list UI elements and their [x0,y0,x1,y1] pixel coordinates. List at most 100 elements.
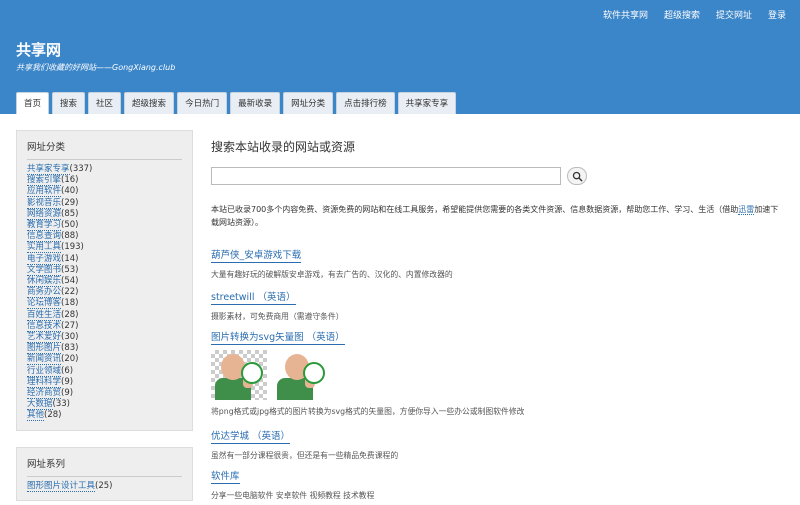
tab-home[interactable]: 首页 [16,92,50,114]
category-link[interactable]: 商务办公 [27,287,62,299]
category-count: (30) [61,332,79,343]
category-link[interactable]: 经济商贸 [27,388,62,400]
categories-title: 网址分类 [27,139,182,160]
category-link[interactable]: 网络资源 [27,208,62,220]
category-count: (193) [61,242,84,253]
list-item: 优达学城 （英语） 虽然有一部分课程很贵，但还是有一些精品免费课程的 [211,428,398,461]
category-link[interactable]: 新闻资讯 [27,354,62,366]
category-link[interactable]: 影视音乐 [27,197,62,209]
entry-title-link[interactable]: 图片转换为svg矢量图 （英语） [211,329,345,345]
category-link[interactable]: 休闲娱乐 [27,276,62,288]
entry-title-link[interactable]: 优达学城 （英语） [211,428,291,444]
category-link[interactable]: 艺术爱好 [27,332,62,344]
series-panel: 网址系列 图形图片设计工具(25) [16,446,193,501]
category-link[interactable]: 行业领域 [27,365,62,377]
entry-title-link[interactable]: streetwill （英语） [211,289,296,305]
top-nav-login[interactable]: 登录 [768,8,786,21]
category-item: 搜索引擎(16) [27,175,182,187]
category-count: (54) [61,276,79,287]
thumbnail-image [211,350,267,400]
category-count: (27) [61,320,79,331]
tab-today-hot[interactable]: 今日热门 [177,92,228,114]
tab-community[interactable]: 社区 [88,92,122,114]
category-item: 实用工具(193) [27,242,182,254]
category-count: (9) [61,388,74,399]
page-title: 搜索本站收录的网站或资源 [211,140,356,154]
intro-text: 本站已收录700多个内容免费、资源免费的网站和在线工具服务，希望能提供您需要的各… [211,203,779,229]
category-link[interactable]: 电子游戏 [27,253,62,265]
category-link[interactable]: 理科科学 [27,376,62,388]
entry-description: 将png格式或jpg格式的图片转换为svg格式的矢量图，方便你导入一些办公或制图… [211,407,525,416]
category-link[interactable]: 百姓生活 [27,309,62,321]
top-nav-submit-url[interactable]: 提交网址 [716,8,752,21]
search-bar [211,167,791,185]
search-button[interactable] [567,167,587,185]
category-item: 论坛博客(18) [27,298,182,310]
tab-ranking[interactable]: 点击排行榜 [336,92,395,114]
category-link[interactable]: 教育学习 [27,220,62,232]
category-link[interactable]: 图形图片 [27,343,62,355]
category-link[interactable]: 论坛博客 [27,298,62,310]
category-link[interactable]: 信息技术 [27,320,62,332]
category-item: 信息查询(88) [27,231,182,243]
category-item: 网络资源(85) [27,208,182,220]
list-item: 葫芦侠_安卓游戏下载 大量有趣好玩的破解版安卓游戏，有去广告的、汉化的、内置修改… [211,247,453,280]
category-item: 共享家专享(337) [27,164,182,175]
top-nav-super-search[interactable]: 超级搜索 [664,8,700,21]
category-count: (53) [61,264,79,275]
category-link[interactable]: 实用工具 [27,242,62,254]
category-item: 休闲娱乐(54) [27,276,182,288]
category-item: 经济商贸(9) [27,388,182,400]
sidebar: 网址分类 共享家专享(337) 搜索引擎(16) 应用软件(40) 影视音乐(29) 网… [16,130,193,505]
category-count: (28) [44,410,62,421]
category-count: (337) [69,164,93,174]
category-count: (28) [61,309,79,320]
search-input[interactable] [211,167,561,185]
tab-sharer-exclusive[interactable]: 共享家专享 [397,92,457,114]
category-item: 行业领域(6) [27,365,182,377]
category-count: (18) [61,298,79,309]
entry-description: 摄影素材，可免费商用（需遵守条件） [211,312,344,321]
tab-search[interactable]: 搜索 [52,92,86,114]
tab-super-search[interactable]: 超级搜索 [124,92,175,114]
category-item: 文学图书(53) [27,264,182,276]
main-content: 搜索本站收录的网站或资源 本站已收录700多个内容免费、资源免费的网站和在线工具… [211,130,791,500]
category-count: (6) [61,365,74,376]
site-title[interactable]: 共享网 [16,39,61,60]
category-count: (9) [61,376,74,387]
entry-title-link[interactable]: 葫芦侠_安卓游戏下载 [211,247,302,263]
category-count: (88) [61,231,79,242]
category-count: (22) [61,287,79,298]
category-count: (40) [61,186,79,197]
tab-latest[interactable]: 最新收录 [230,92,281,114]
category-item: 应用软件(40) [27,186,182,198]
category-item: 影视音乐(29) [27,197,182,209]
category-count: (85) [61,208,79,219]
category-link[interactable]: 信息查询 [27,231,62,243]
list-item: 图片转换为svg矢量图 （英语） 将png格式或jpg格式的图片转换为svg格式… [211,329,524,417]
category-link[interactable]: 图形图片设计工具 [27,480,96,492]
category-link[interactable]: 大数据 [27,399,53,411]
entry-thumbnails [211,350,524,400]
category-link[interactable]: 应用软件 [27,186,62,198]
site-header: 软件共享网 超级搜索 提交网址 登录 共享网 共享我们收藏的好网站——GongX… [0,0,800,114]
category-link[interactable]: 共享家专享 [27,164,70,175]
main-tabs: 首页 搜索 社区 超级搜索 今日热门 最新收录 网址分类 点击排行榜 共享家专享 [16,92,457,114]
category-link[interactable]: 搜索引擎 [27,175,62,187]
xunlei-link[interactable]: 迅雷 [738,205,755,215]
site-subtitle: 共享我们收藏的好网站——GongXiang.club [16,63,176,72]
category-item: 电子游戏(14) [27,253,182,265]
category-item: 艺术爱好(30) [27,332,182,344]
category-item: 理科科学(9) [27,376,182,388]
category-item: 新闻资讯(20) [27,354,182,366]
category-count: (83) [61,343,79,354]
category-item: 其他(28) [27,410,182,422]
tab-categories[interactable]: 网址分类 [283,92,334,114]
entry-description: 分享一些电脑软件 安卓软件 视频教程 技术教程 [211,491,375,500]
entry-title-link[interactable]: 软件库 [211,468,240,484]
category-link[interactable]: 文学图书 [27,264,62,276]
category-link[interactable]: 其他 [27,410,45,422]
top-nav-software-share[interactable]: 软件共享网 [603,8,648,21]
category-count: (29) [61,197,79,208]
series-title: 网址系列 [27,456,182,477]
